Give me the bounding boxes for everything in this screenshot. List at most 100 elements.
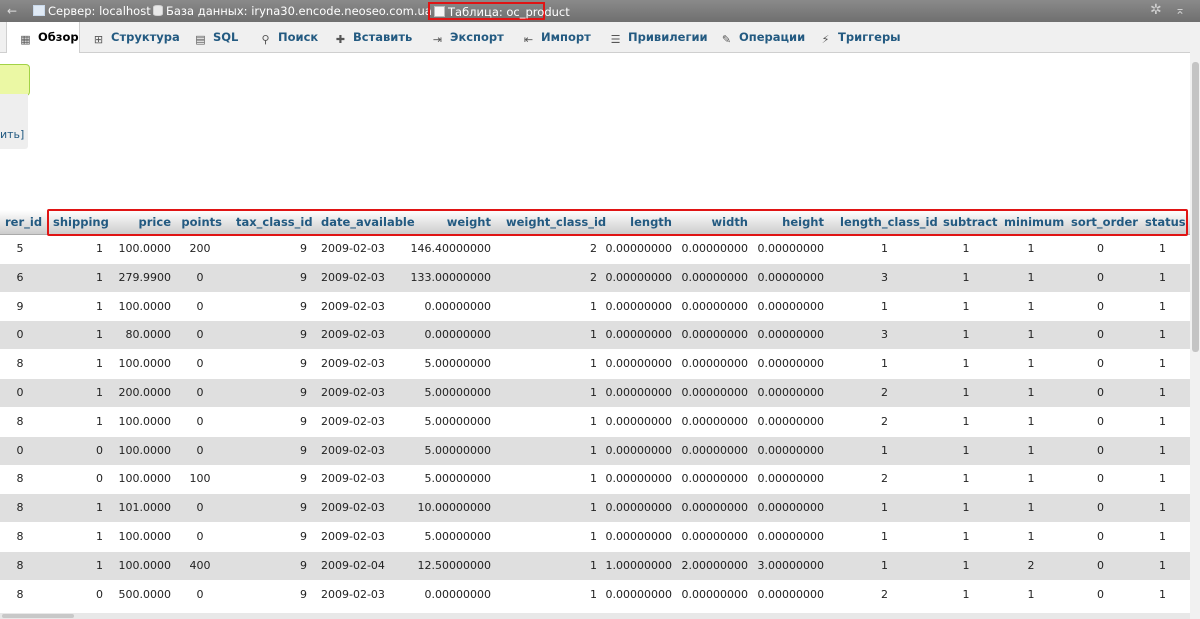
cell-price[interactable]: 279.9900 xyxy=(100,264,172,292)
cell-price[interactable]: 100.0000 xyxy=(100,437,172,465)
cell-length-class-id[interactable]: 2 xyxy=(840,408,929,436)
cell-tax-class-id[interactable]: 9 xyxy=(236,465,307,493)
cell-tax-class-id[interactable]: 9 xyxy=(236,293,307,321)
cell-sort-order[interactable]: 0 xyxy=(1071,408,1130,436)
cell-length[interactable]: 0.00000000 xyxy=(604,408,672,436)
cell-manufacturer-id[interactable]: 8 xyxy=(0,552,40,580)
cell-length[interactable]: 1.00000000 xyxy=(604,552,672,580)
cell-length-class-id[interactable]: 1 xyxy=(840,293,929,321)
cell-length-class-id[interactable]: 1 xyxy=(840,523,929,551)
cell-status[interactable]: 1 xyxy=(1145,494,1180,522)
table-row[interactable]: 0 1 200.0000 0 9 2009-02-03 5.00000000 1 0.00000… xyxy=(0,379,1190,407)
cell-weight-class-id[interactable]: 1 xyxy=(506,350,597,378)
cell-price[interactable]: 80.0000 xyxy=(100,321,172,349)
cell-subtract[interactable]: 1 xyxy=(943,293,989,321)
cell-width[interactable]: 0.00000000 xyxy=(680,494,748,522)
cell-sort-order[interactable]: 0 xyxy=(1071,523,1130,551)
cell-length[interactable]: 0.00000000 xyxy=(604,293,672,321)
cell-height[interactable]: 0.00000000 xyxy=(756,581,824,609)
cell-sort-order[interactable]: 0 xyxy=(1071,379,1130,407)
cell-weight[interactable]: 146.40000000 xyxy=(410,235,491,263)
cell-width[interactable]: 0.00000000 xyxy=(680,408,748,436)
cell-date-available[interactable]: 2009-02-03 xyxy=(321,264,411,292)
cell-price[interactable]: 100.0000 xyxy=(100,293,172,321)
cell-shipping[interactable]: 0 xyxy=(53,437,103,465)
cell-length[interactable]: 0.00000000 xyxy=(604,523,672,551)
cell-weight-class-id[interactable]: 1 xyxy=(506,437,597,465)
cell-status[interactable]: 1 xyxy=(1145,321,1180,349)
cell-subtract[interactable]: 1 xyxy=(943,321,989,349)
cell-weight-class-id[interactable]: 1 xyxy=(506,321,597,349)
tab-triggers[interactable]: ⚡ Триггеры xyxy=(819,22,901,52)
cell-subtract[interactable]: 1 xyxy=(943,408,989,436)
cell-length-class-id[interactable]: 2 xyxy=(840,379,929,407)
cell-status[interactable]: 1 xyxy=(1145,552,1180,580)
breadcrumb-database[interactable]: База данных: iryna30.encode.neoseo.com.u… xyxy=(153,4,443,18)
cell-tax-class-id[interactable]: 9 xyxy=(236,235,307,263)
cell-minimum[interactable]: 1 xyxy=(1004,235,1058,263)
cell-weight[interactable]: 0.00000000 xyxy=(410,581,491,609)
cell-price[interactable]: 100.0000 xyxy=(100,350,172,378)
tab-export[interactable]: ⇥ Экспорт xyxy=(431,22,504,52)
table-row[interactable]: 5 1 100.0000 200 9 2009-02-03 146.40000000 2 0.0… xyxy=(0,235,1190,263)
cell-points[interactable]: 0 xyxy=(178,581,222,609)
cell-sort-order[interactable]: 0 xyxy=(1071,264,1130,292)
cell-date-available[interactable]: 2009-02-03 xyxy=(321,437,411,465)
cell-minimum[interactable]: 1 xyxy=(1004,465,1058,493)
cell-minimum[interactable]: 2 xyxy=(1004,552,1058,580)
tab-import[interactable]: ⇤ Импорт xyxy=(522,22,591,52)
cell-manufacturer-id[interactable]: 8 xyxy=(0,581,40,609)
cell-subtract[interactable]: 1 xyxy=(943,581,989,609)
cell-width[interactable]: 0.00000000 xyxy=(680,437,748,465)
cell-manufacturer-id[interactable]: 8 xyxy=(0,408,40,436)
cell-date-available[interactable]: 2009-02-03 xyxy=(321,465,411,493)
cell-length-class-id[interactable]: 1 xyxy=(840,235,929,263)
cell-tax-class-id[interactable]: 9 xyxy=(236,408,307,436)
cell-subtract[interactable]: 1 xyxy=(943,523,989,551)
cell-status[interactable]: 1 xyxy=(1145,581,1180,609)
cell-price[interactable]: 101.0000 xyxy=(100,494,172,522)
cell-sort-order[interactable]: 0 xyxy=(1071,235,1130,263)
cell-length[interactable]: 0.00000000 xyxy=(604,581,672,609)
back-arrow-icon[interactable]: ← xyxy=(7,4,17,18)
cell-length-class-id[interactable]: 1 xyxy=(840,494,929,522)
cell-subtract[interactable]: 1 xyxy=(943,465,989,493)
table-row[interactable]: 8 1 100.0000 0 9 2009-02-03 5.00000000 1 0.00000… xyxy=(0,407,1190,436)
cell-weight[interactable]: 12.50000000 xyxy=(410,552,491,580)
cell-tax-class-id[interactable]: 9 xyxy=(236,321,307,349)
cell-sort-order[interactable]: 0 xyxy=(1071,293,1130,321)
cell-length[interactable]: 0.00000000 xyxy=(604,494,672,522)
cell-minimum[interactable]: 1 xyxy=(1004,264,1058,292)
cell-tax-class-id[interactable]: 9 xyxy=(236,437,307,465)
cell-length[interactable]: 0.00000000 xyxy=(604,379,672,407)
cell-height[interactable]: 0.00000000 xyxy=(756,264,824,292)
cell-date-available[interactable]: 2009-02-04 xyxy=(321,552,411,580)
cell-weight-class-id[interactable]: 1 xyxy=(506,465,597,493)
cell-shipping[interactable]: 1 xyxy=(53,321,103,349)
cell-price[interactable]: 100.0000 xyxy=(100,235,172,263)
cell-weight-class-id[interactable]: 1 xyxy=(506,523,597,551)
cell-height[interactable]: 0.00000000 xyxy=(756,321,824,349)
cell-weight[interactable]: 0.00000000 xyxy=(410,321,491,349)
cell-shipping[interactable]: 1 xyxy=(53,408,103,436)
table-row[interactable]: 0 1 80.0000 0 9 2009-02-03 0.00000000 1 0.000000… xyxy=(0,321,1190,350)
cell-minimum[interactable]: 1 xyxy=(1004,437,1058,465)
cell-subtract[interactable]: 1 xyxy=(943,350,989,378)
cell-manufacturer-id[interactable]: 8 xyxy=(0,523,40,551)
cell-shipping[interactable]: 0 xyxy=(53,581,103,609)
tab-insert[interactable]: ✚ Вставить xyxy=(334,22,412,52)
horizontal-scroll-thumb[interactable] xyxy=(2,614,74,618)
cell-length-class-id[interactable]: 1 xyxy=(840,552,929,580)
breadcrumb-table[interactable]: Таблица: oc_product xyxy=(428,2,570,20)
cell-price[interactable]: 100.0000 xyxy=(100,552,172,580)
table-row[interactable]: 0 0 100.0000 0 9 2009-02-03 5.00000000 1 0.00000… xyxy=(0,436,1190,465)
cell-weight[interactable]: 10.00000000 xyxy=(410,494,491,522)
cell-width[interactable]: 0.00000000 xyxy=(680,321,748,349)
cell-points[interactable]: 0 xyxy=(178,408,222,436)
cell-status[interactable]: 1 xyxy=(1145,379,1180,407)
cell-sort-order[interactable]: 0 xyxy=(1071,437,1130,465)
cell-manufacturer-id[interactable]: 8 xyxy=(0,350,40,378)
cell-weight-class-id[interactable]: 1 xyxy=(506,408,597,436)
cell-date-available[interactable]: 2009-02-03 xyxy=(321,321,411,349)
cell-weight[interactable]: 5.00000000 xyxy=(410,465,491,493)
